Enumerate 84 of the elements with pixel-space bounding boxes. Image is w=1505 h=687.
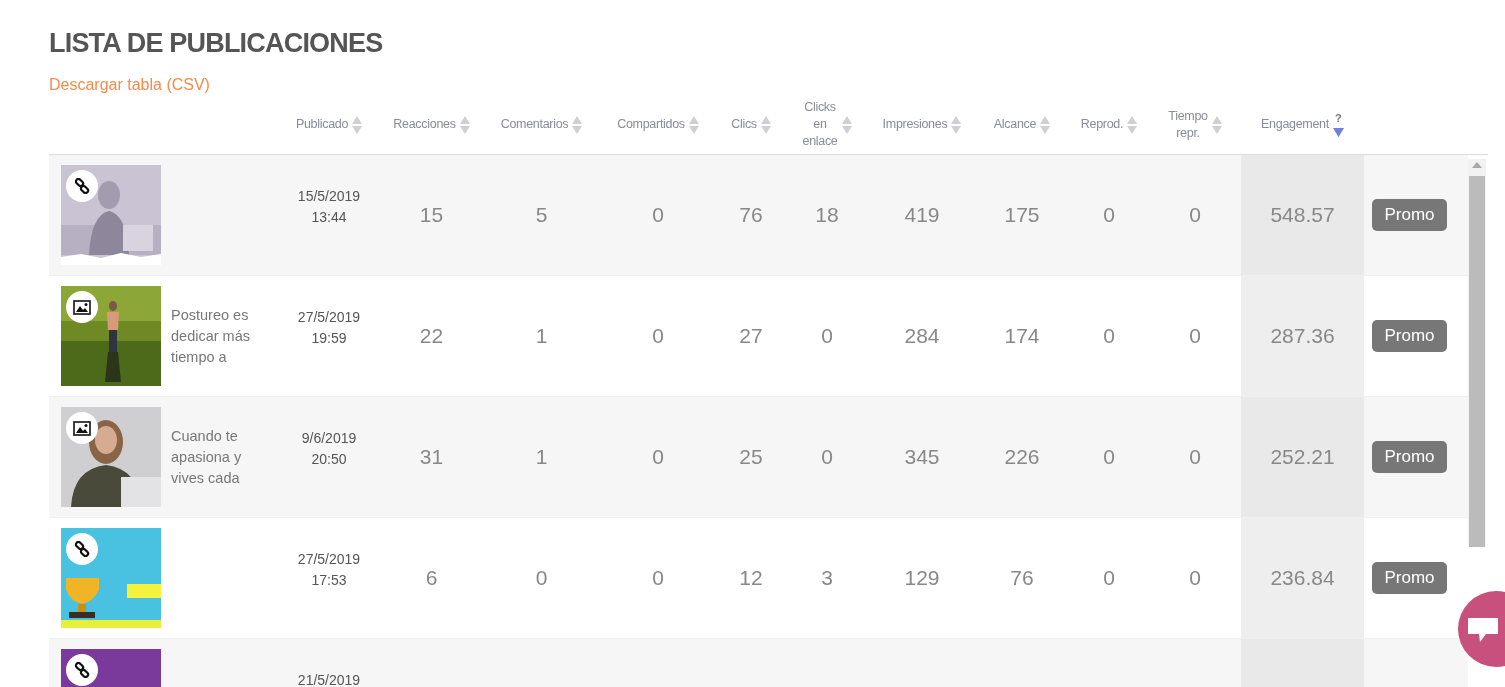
column-header[interactable]: Clics	[731, 116, 757, 133]
column-header[interactable]: Reprod.	[1080, 116, 1124, 133]
metric-value: 0	[1189, 324, 1201, 348]
table-cell: 287.36	[1241, 276, 1364, 396]
sort-icon[interactable]	[841, 115, 852, 134]
metric-value: 27	[739, 324, 763, 348]
metric-value: 0	[1189, 566, 1201, 590]
post-date: 27/5/2019 17:53	[297, 550, 361, 590]
metric-value: 0	[821, 445, 833, 469]
link-icon	[74, 178, 90, 194]
metric-value: 22	[419, 324, 444, 348]
promo-button[interactable]: Promo	[1372, 320, 1447, 352]
post-date: 15/5/2019 13:44	[297, 187, 361, 227]
sort-descending-icon[interactable]	[1332, 128, 1344, 137]
metric-value: 129	[904, 566, 940, 590]
column-header[interactable]: Clicks en enlace	[802, 99, 838, 150]
metric-value: 0	[652, 566, 664, 590]
sort-icon[interactable]	[1127, 115, 1138, 134]
metric-value: 284	[904, 324, 940, 348]
metric-value: 0	[652, 445, 664, 469]
help-mark[interactable]: ?	[1335, 112, 1342, 124]
table-cell: 252.21	[1241, 397, 1364, 517]
metric-value: 0	[652, 203, 664, 227]
metric-value: 0	[821, 324, 833, 348]
table-cell: 548.57	[1241, 155, 1364, 275]
metric-value: 15	[419, 203, 444, 227]
metric-value: 0	[1103, 203, 1115, 227]
metric-value: 0	[1189, 445, 1201, 469]
metric-value: 25	[739, 445, 763, 469]
metric-value: 226	[1004, 445, 1040, 469]
sort-icon[interactable]	[951, 115, 962, 134]
column-header[interactable]: Tiempo repr.	[1168, 107, 1208, 142]
image-icon	[73, 420, 91, 436]
metric-value: 419	[904, 203, 940, 227]
column-header[interactable]: Comentarios	[500, 116, 569, 133]
metric-value: 1	[535, 445, 548, 469]
post-date: 27/5/2019 19:59	[297, 308, 361, 348]
metric-value: 0	[1103, 566, 1115, 590]
sort-icon[interactable]	[760, 115, 771, 134]
image-icon	[73, 299, 91, 315]
post-caption: Cuando te apasiona y vives cada	[171, 426, 243, 488]
scrollbar[interactable]	[1468, 159, 1486, 547]
page-title: LISTA DE PUBLICACIONES	[49, 27, 383, 59]
table-cell: 236.84	[1241, 518, 1364, 638]
metric-value: 345	[904, 445, 940, 469]
metric-value: 0	[1103, 324, 1115, 348]
column-header[interactable]: Publicado	[295, 116, 349, 133]
sort-icon[interactable]	[459, 115, 470, 134]
metric-value: 0	[1103, 445, 1115, 469]
scroll-up-arrow-icon[interactable]	[1472, 162, 1482, 168]
scrollbar-thumb[interactable]	[1469, 176, 1485, 547]
metric-value: 76	[1010, 566, 1034, 590]
column-header[interactable]: Alcance	[993, 116, 1037, 133]
metric-value: 76	[739, 203, 763, 227]
download-link[interactable]: Descargar tabla (CSV)	[49, 75, 210, 95]
promo-button[interactable]: Promo	[1372, 562, 1447, 594]
metric-value: 0	[1189, 203, 1201, 227]
metric-value: 0	[535, 566, 548, 590]
metric-value: 31	[419, 445, 444, 469]
sort-icon[interactable]	[352, 115, 363, 134]
post-date: 21/5/2019	[297, 671, 361, 687]
metric-value: 175	[1004, 203, 1040, 227]
metric-value: 1	[535, 324, 548, 348]
metric-value: 3	[821, 566, 833, 590]
promo-button[interactable]: Promo	[1372, 199, 1447, 231]
column-header[interactable]: Engagement	[1261, 116, 1329, 133]
promo-button[interactable]: Promo	[1372, 441, 1447, 473]
metric-value: 174	[1004, 324, 1040, 348]
link-icon	[74, 541, 90, 557]
post-date: 9/6/2019 20:50	[301, 429, 357, 469]
metric-value: 6	[425, 566, 438, 590]
metric-value: 5	[535, 203, 548, 227]
sort-icon[interactable]	[688, 115, 699, 134]
column-header[interactable]: Reacciones	[393, 116, 456, 133]
sort-icon[interactable]	[1211, 115, 1222, 134]
sort-icon[interactable]	[1040, 115, 1051, 134]
metric-value: 18	[815, 203, 839, 227]
metric-value: 0	[652, 324, 664, 348]
sort-icon[interactable]	[572, 115, 583, 134]
column-header[interactable]: Compartidos	[617, 116, 685, 133]
column-header[interactable]: Impresiones	[882, 116, 948, 133]
post-caption: Postureo es dedicar más tiempo a	[171, 305, 251, 367]
link-icon	[74, 662, 90, 678]
metric-value: 12	[739, 566, 763, 590]
